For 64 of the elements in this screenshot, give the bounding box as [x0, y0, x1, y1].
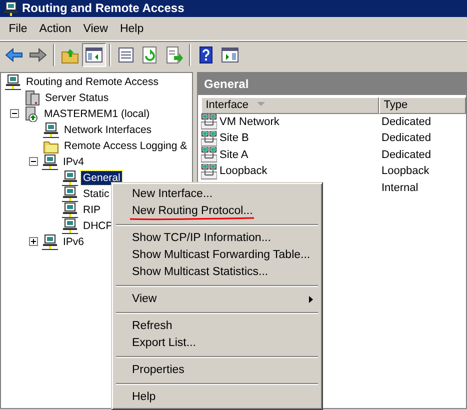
- table-cell: Internal: [382, 182, 418, 194]
- tree-item[interactable]: MASTERMEM1 (local): [42, 106, 152, 121]
- tree-item[interactable]: Routing and Remote Access: [24, 74, 160, 89]
- collapse-button[interactable]: [29, 157, 38, 166]
- tree-item[interactable]: RIP: [81, 202, 103, 217]
- menu-item[interactable]: New Interface...: [115, 186, 319, 203]
- network-icon: [62, 202, 78, 218]
- server-status-icon: [24, 90, 40, 106]
- folder-up-icon: [61, 46, 79, 64]
- network-interface-icon: [200, 147, 217, 164]
- menu-item[interactable]: Help: [114, 16, 150, 40]
- table-cell: Dedicated: [382, 132, 432, 144]
- network-icon: [3, 1, 19, 16]
- export-icon: [165, 46, 183, 64]
- menu-item[interactable]: View: [77, 16, 114, 40]
- document-list-icon: [117, 46, 135, 64]
- tree-item[interactable]: Remote Access Logging &: [62, 138, 190, 153]
- menu-item[interactable]: Show TCP/IP Information...: [115, 230, 319, 247]
- menu-item[interactable]: Refresh: [115, 318, 319, 335]
- menu-item[interactable]: File: [2, 16, 34, 40]
- table-cell-text: VM Network: [220, 114, 280, 130]
- menu-item[interactable]: Help: [115, 389, 319, 406]
- menu-item[interactable]: Export List...: [115, 335, 319, 352]
- tree-item[interactable]: Static: [81, 186, 112, 201]
- network-interface-icon: [200, 130, 217, 147]
- tree-item[interactable]: IPv4: [61, 154, 86, 169]
- table-cell-text: Site A: [220, 148, 248, 163]
- column-header[interactable]: Type: [378, 96, 466, 114]
- pane-toggle-icon: [85, 46, 103, 64]
- network-interface-icon: [200, 164, 217, 180]
- menu-item[interactable]: Action: [33, 16, 78, 40]
- table-cell-text: Site B: [220, 131, 249, 146]
- table-cell: Dedicated: [382, 116, 432, 128]
- table-cell: Dedicated: [382, 148, 432, 161]
- network-icon: [62, 170, 78, 186]
- network-icon: [42, 154, 58, 170]
- pane-toggle-icon: [221, 46, 239, 64]
- menu-item[interactable]: Show Multicast Forwarding Table...: [115, 247, 319, 264]
- menu-item[interactable]: Show Multicast Statistics...: [115, 264, 319, 281]
- column-header[interactable]: Interface: [200, 96, 379, 114]
- network-icon: [62, 218, 78, 234]
- tree-item[interactable]: Network Interfaces: [62, 122, 154, 137]
- network-icon: [43, 122, 59, 138]
- window-title: Routing and Remote Access: [0, 0, 467, 17]
- tree-item[interactable]: Server Status: [43, 90, 111, 105]
- forward-arrow-icon: [29, 46, 47, 64]
- help-icon: [197, 46, 215, 64]
- table-cell-text: Loopback: [220, 164, 268, 180]
- refresh-icon: [141, 46, 159, 64]
- menu-item[interactable]: View: [115, 291, 319, 308]
- tree-item[interactable]: General: [81, 170, 122, 185]
- menu-item[interactable]: Properties: [115, 362, 319, 379]
- back-arrow-icon: [5, 46, 23, 64]
- toolbar-button[interactable]: [82, 43, 106, 67]
- collapse-button[interactable]: [10, 109, 19, 118]
- server-icon: [23, 106, 39, 122]
- tree-item[interactable]: IPv6: [61, 234, 86, 249]
- pane-header: General: [198, 72, 466, 95]
- menu-item[interactable]: New Routing Protocol...: [115, 203, 319, 220]
- network-interface-icon: [200, 114, 217, 130]
- table-cell: Loopback: [382, 165, 430, 178]
- network-icon: [42, 234, 58, 250]
- expand-button[interactable]: [29, 237, 38, 246]
- network-icon: [62, 186, 78, 202]
